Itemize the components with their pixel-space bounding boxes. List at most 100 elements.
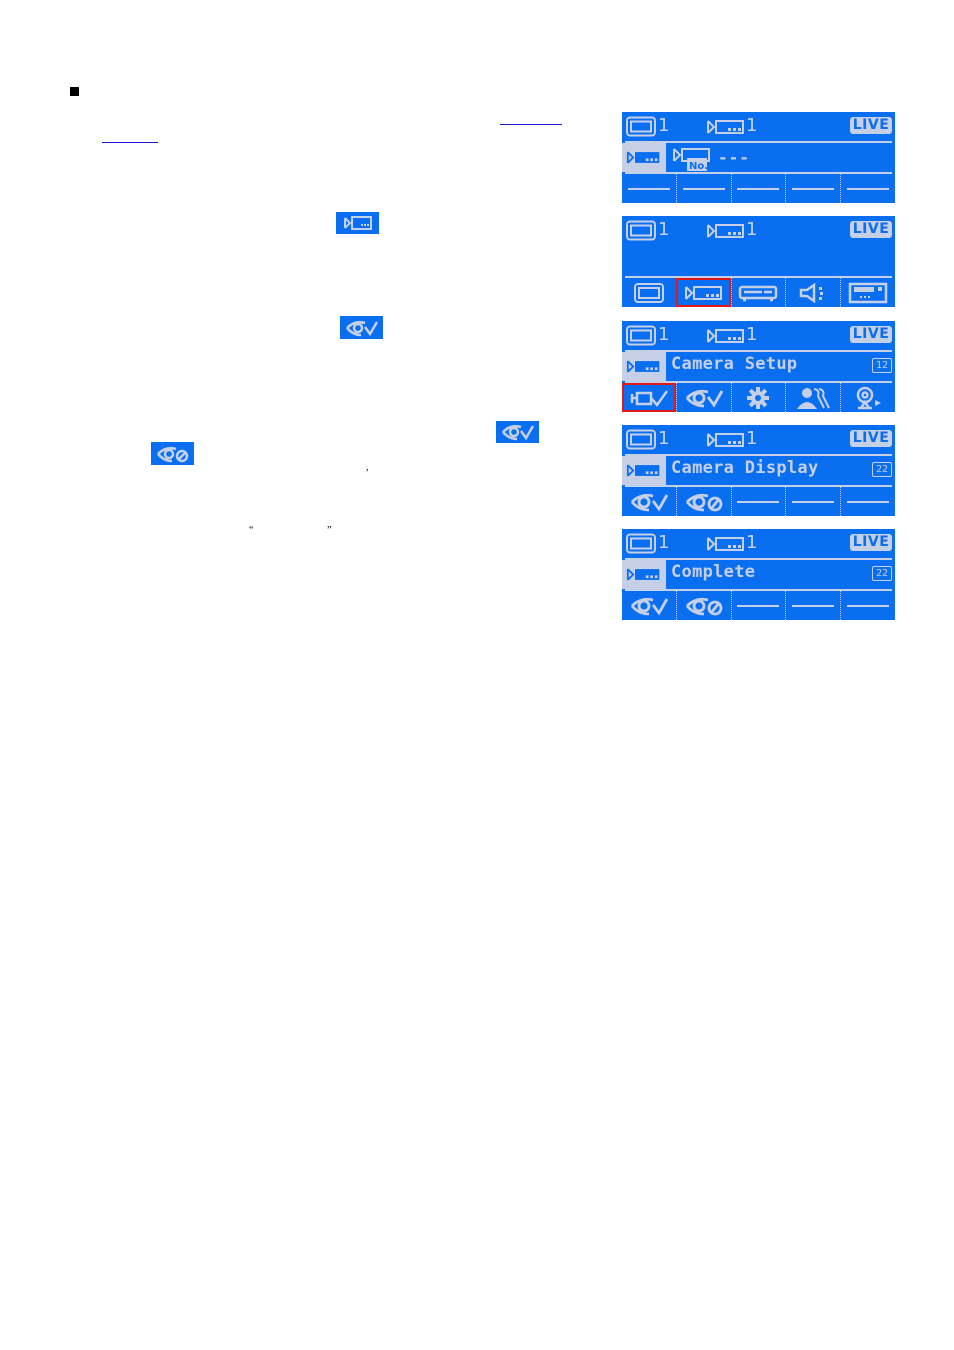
camera-setup-icon xyxy=(629,387,669,409)
camera-hide-icon xyxy=(684,491,724,513)
softkey-empty[interactable] xyxy=(840,591,895,620)
monitor-number: 1 xyxy=(658,219,670,240)
lcd-screen: 1 1 LIVE Camera Setup 12 xyxy=(622,321,895,412)
dash-icon xyxy=(792,604,835,607)
softkey-gear[interactable] xyxy=(730,383,786,412)
dash-icon xyxy=(792,187,835,190)
softkey-empty[interactable] xyxy=(840,174,895,203)
live-badge: LIVE xyxy=(850,430,892,447)
monitor-number: 1 xyxy=(658,532,670,553)
softkey-bar xyxy=(622,383,895,412)
camera-menu-icon xyxy=(622,352,666,381)
softkey-users[interactable] xyxy=(785,383,840,412)
camera-icon xyxy=(706,222,746,240)
camera-icon xyxy=(684,284,724,302)
close-quote: ” xyxy=(327,525,332,536)
open-quote: “ xyxy=(249,525,254,536)
menu-title: Camera Display xyxy=(671,458,819,478)
camera-menu-icon xyxy=(622,143,666,172)
camera-icon xyxy=(706,118,746,136)
camera-display-icon xyxy=(684,387,724,409)
softkey-camera[interactable] xyxy=(675,278,731,307)
menu-title: Complete xyxy=(671,562,756,582)
softkey-empty[interactable] xyxy=(785,487,840,516)
live-badge: LIVE xyxy=(850,221,892,238)
softkey-bar xyxy=(622,174,895,203)
softkey-dvr[interactable] xyxy=(730,278,786,307)
monitor-icon xyxy=(626,533,656,554)
softkey-empty[interactable] xyxy=(730,591,786,620)
softkey-empty[interactable] xyxy=(785,174,840,203)
camera-menu-icon xyxy=(622,560,666,589)
lcd-screen: 1 1 LIVE --- xyxy=(622,112,895,203)
camera-number: 1 xyxy=(746,115,758,136)
dash-icon xyxy=(847,604,890,607)
camera-icon xyxy=(706,431,746,449)
lcd-screen: 1 1 LIVE Camera Display 22 xyxy=(622,425,895,516)
lcd-screen: 1 1 LIVE xyxy=(622,216,895,307)
dvr-icon xyxy=(738,284,778,302)
link-underline[interactable] xyxy=(500,124,562,125)
menu-code-badge: 22 xyxy=(872,462,892,477)
softkey-empty[interactable] xyxy=(785,591,840,620)
monitor-icon xyxy=(634,283,664,303)
gear-icon xyxy=(746,386,770,410)
dash-icon xyxy=(682,187,725,190)
camera-display-icon xyxy=(496,421,539,443)
live-badge: LIVE xyxy=(850,117,892,134)
link-underline[interactable] xyxy=(102,142,158,143)
softkey-camera-hide[interactable] xyxy=(675,487,731,516)
comma: , xyxy=(366,462,369,473)
dash-icon xyxy=(847,500,890,503)
softkey-empty[interactable] xyxy=(730,174,786,203)
softkey-camera-display[interactable] xyxy=(622,591,676,620)
camera-display-icon xyxy=(629,491,669,513)
users-icon xyxy=(796,386,830,410)
webcam-icon xyxy=(853,386,883,410)
softkey-camera-hide[interactable] xyxy=(675,591,731,620)
keypad-icon xyxy=(848,282,888,304)
bullet-square xyxy=(70,87,79,96)
dash-icon xyxy=(792,500,835,503)
monitor-number: 1 xyxy=(658,115,670,136)
softkey-speaker[interactable] xyxy=(785,278,840,307)
live-badge: LIVE xyxy=(850,326,892,343)
softkey-webcam[interactable] xyxy=(840,383,895,412)
monitor-number: 1 xyxy=(658,324,670,345)
camera-icon xyxy=(336,212,379,234)
camera-number: 1 xyxy=(746,532,758,553)
lcd-screen: 1 1 LIVE Complete 22 xyxy=(622,529,895,620)
softkey-monitor[interactable] xyxy=(622,278,676,307)
softkey-camera-display[interactable] xyxy=(675,383,731,412)
dash-icon xyxy=(737,187,780,190)
live-badge: LIVE xyxy=(850,534,892,551)
dash-icon xyxy=(847,187,890,190)
menu-code-badge: 12 xyxy=(872,358,892,373)
dash-icon xyxy=(737,500,780,503)
camera-number: 1 xyxy=(746,324,758,345)
camera-hide-icon xyxy=(684,595,724,617)
softkey-camera-setup[interactable] xyxy=(622,383,676,412)
camera-display-icon xyxy=(340,316,383,339)
monitor-icon xyxy=(626,220,656,241)
softkey-camera-display[interactable] xyxy=(622,487,676,516)
monitor-icon xyxy=(626,116,656,137)
softkey-empty[interactable] xyxy=(622,174,676,203)
monitor-icon xyxy=(626,429,656,450)
camera-number: 1 xyxy=(746,428,758,449)
softkey-empty[interactable] xyxy=(730,487,786,516)
dash-icon xyxy=(627,187,670,190)
speaker-icon xyxy=(798,283,828,303)
menu-title: Camera Setup xyxy=(671,354,798,374)
camera-number-value: --- xyxy=(718,148,750,167)
softkey-empty[interactable] xyxy=(675,174,731,203)
softkey-keypad[interactable] xyxy=(840,278,895,307)
softkey-empty[interactable] xyxy=(840,487,895,516)
monitor-icon xyxy=(626,325,656,346)
camera-menu-icon xyxy=(622,456,666,485)
monitor-number: 1 xyxy=(658,428,670,449)
softkey-bar xyxy=(622,591,895,620)
menu-code-badge: 22 xyxy=(872,566,892,581)
softkey-bar xyxy=(622,278,895,307)
camera-number: 1 xyxy=(746,219,758,240)
